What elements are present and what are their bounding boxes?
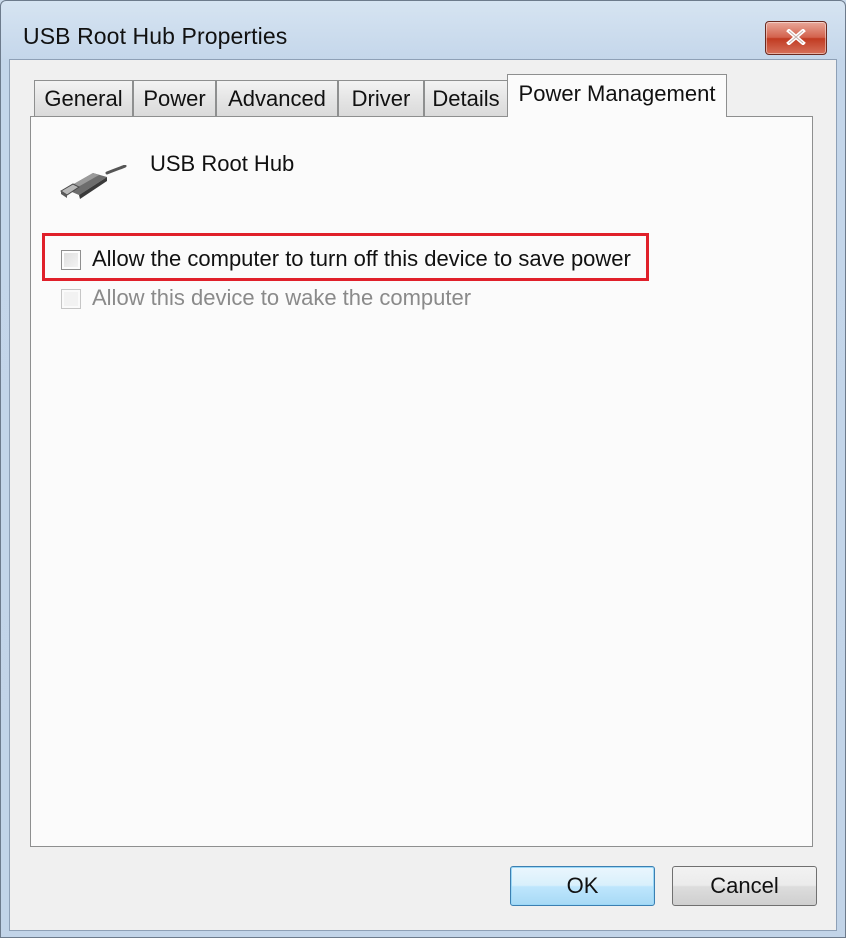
dialog-body: General Power Advanced Driver Details Po…: [9, 59, 837, 931]
ok-button[interactable]: OK: [510, 866, 655, 906]
power-management-panel: USB Root Hub Allow the computer to turn …: [30, 116, 813, 847]
allow-turn-off-checkbox[interactable]: [61, 250, 81, 270]
tab-advanced[interactable]: Advanced: [216, 80, 338, 116]
tab-details[interactable]: Details: [424, 80, 508, 116]
properties-dialog: USB Root Hub Properties General Power Ad…: [0, 0, 846, 938]
allow-turn-off-label[interactable]: Allow the computer to turn off this devi…: [92, 246, 631, 272]
tab-general[interactable]: General: [34, 80, 133, 116]
device-name: USB Root Hub: [150, 151, 295, 176]
usb-connector-icon: [60, 165, 127, 199]
allow-wake-checkbox: [61, 289, 81, 309]
close-button[interactable]: [765, 21, 827, 55]
allow-wake-label: Allow this device to wake the computer: [92, 285, 472, 310]
close-x-icon: [786, 29, 806, 45]
window-title: USB Root Hub Properties: [23, 23, 288, 49]
cancel-button[interactable]: Cancel: [672, 866, 817, 906]
tab-power[interactable]: Power: [133, 80, 216, 116]
tab-driver[interactable]: Driver: [338, 80, 424, 116]
tab-power-management[interactable]: Power Management: [507, 74, 727, 117]
